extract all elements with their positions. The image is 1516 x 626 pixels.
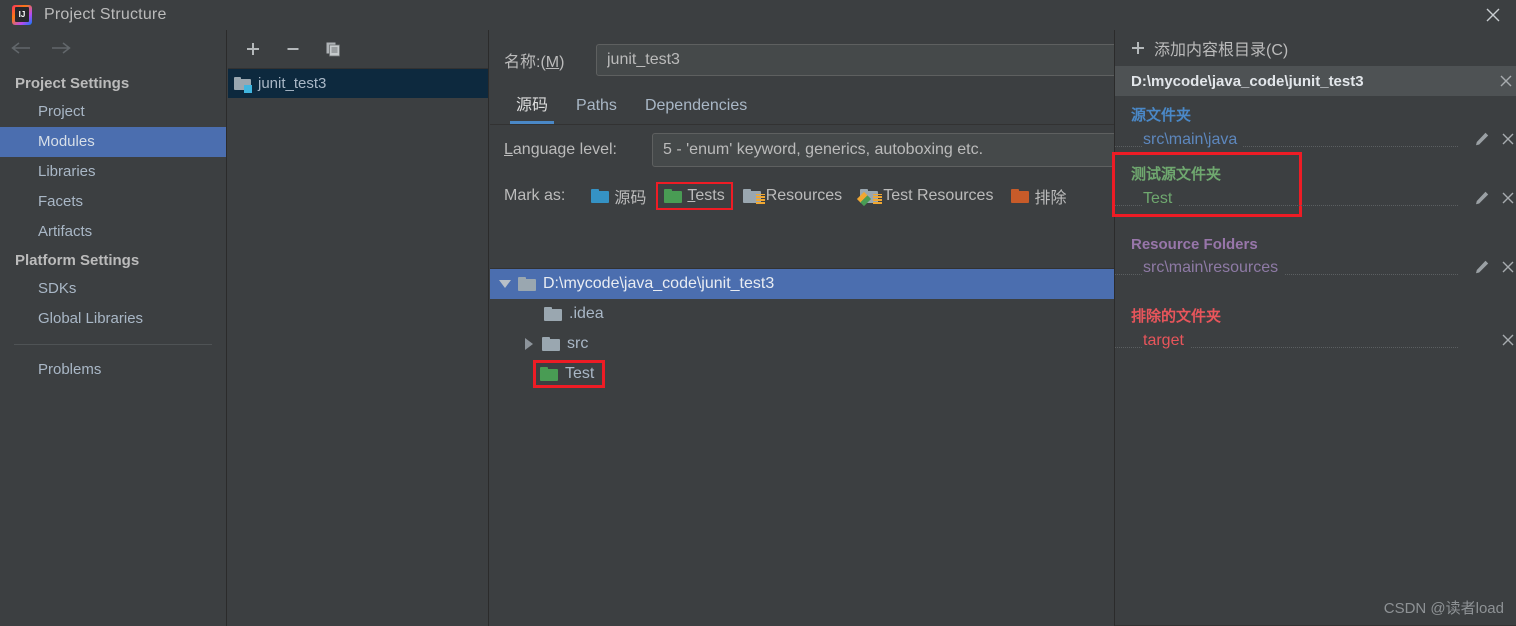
close-icon[interactable] [1500, 259, 1516, 275]
source-folder-entry[interactable]: src\main\java [1115, 125, 1516, 155]
source-folder-actions [1474, 131, 1516, 147]
section-title-resource-folders: Resource Folders [1131, 236, 1258, 253]
plus-icon [1131, 41, 1145, 55]
modules-column: junit_test3 [228, 30, 489, 626]
tree-row-src[interactable]: src [490, 329, 1114, 359]
folder-green-icon [540, 366, 558, 382]
tree-row-content-root-label: D:\mycode\java_code\junit_test3 [543, 275, 775, 292]
content-root-tree: D:\mycode\java_code\junit_test3 .idea sr… [490, 268, 1114, 626]
close-icon[interactable] [1498, 73, 1514, 89]
mark-as-sources-label: 源码 [614, 190, 647, 207]
tree-row-src-label: src [567, 335, 589, 352]
sidebar-item-problems[interactable]: Problems [0, 355, 226, 385]
resource-folder-actions [1474, 259, 1516, 275]
sidebar-item-project[interactable]: Project [0, 97, 226, 127]
mark-as-test-resources-label: Test Resources [883, 187, 994, 204]
title-bar: Project Structure [0, 0, 1516, 30]
language-level-value: 5 - 'enum' keyword, generics, autoboxing… [663, 141, 984, 158]
navigation-arrows [0, 30, 226, 70]
tree-row-idea[interactable]: .idea [490, 299, 1114, 329]
add-content-root-label: 添加内容根目录(C) [1154, 42, 1289, 59]
intellij-idea-logo-icon [12, 5, 32, 25]
excluded-folder-entry[interactable]: target [1115, 326, 1516, 356]
sidebar-item-modules[interactable]: Modules [0, 127, 226, 157]
minus-icon[interactable] [282, 38, 304, 60]
settings-sidebar: Project Settings Project Modules Librari… [0, 30, 227, 626]
pencil-icon[interactable] [1474, 190, 1490, 206]
sidebar-group-platform-settings: Platform Settings [15, 252, 140, 269]
project-structure-dialog: Project Structure Project Settings Proje… [0, 0, 1516, 626]
resource-folder-entry[interactable]: src\main\resources [1115, 253, 1516, 283]
folder-tests-icon [664, 188, 683, 204]
folder-resources-icon [742, 188, 765, 205]
sidebar-group-project-settings: Project Settings [15, 75, 130, 92]
folder-gray-icon [518, 276, 536, 292]
copy-icon[interactable] [322, 38, 344, 60]
module-list-item-junit_test3[interactable]: junit_test3 [228, 69, 488, 98]
arrow-right-icon[interactable] [50, 40, 72, 61]
test-source-folder-path: Test [1143, 190, 1179, 208]
tree-row-test[interactable]: Test [490, 359, 1114, 389]
modules-toolbar [228, 30, 488, 68]
tab-sources[interactable]: 源码 [504, 85, 560, 124]
chevron-right-icon[interactable] [516, 338, 542, 350]
folder-sources-icon [591, 188, 610, 204]
module-folder-icon [234, 76, 252, 93]
chevron-down-icon[interactable] [492, 280, 518, 288]
tab-paths[interactable]: Paths [564, 91, 629, 124]
csdn-watermark: CSDN @读者load [1383, 600, 1504, 617]
sidebar-item-libraries[interactable]: Libraries [0, 157, 226, 187]
content-root-details-panel: 添加内容根目录(C) D:\mycode\java_code\junit_tes… [1112, 30, 1516, 626]
mark-as-resources-button[interactable]: Resources [737, 184, 848, 208]
sidebar-item-facets[interactable]: Facets [0, 187, 226, 217]
folder-gray-icon [544, 306, 562, 322]
pencil-icon[interactable] [1474, 259, 1490, 275]
mark-as-label: Mark as: [504, 187, 566, 204]
sidebar-item-artifacts[interactable]: Artifacts [0, 217, 226, 247]
content-root-path: D:\mycode\java_code\junit_test3 [1131, 72, 1364, 90]
sidebar-item-global-libraries[interactable]: Global Libraries [0, 304, 226, 334]
sidebar-divider [14, 344, 212, 345]
section-title-source-folders: 源文件夹 [1131, 107, 1192, 124]
mark-as-excluded-label: 排除 [1034, 190, 1067, 207]
folder-excluded-icon [1011, 188, 1030, 204]
tree-row-test-highlight: Test [532, 360, 606, 388]
content-root-header: D:\mycode\java_code\junit_test3 [1115, 66, 1516, 96]
excluded-folder-path: target [1143, 332, 1190, 350]
folder-gray-icon [542, 336, 560, 352]
close-icon[interactable] [1500, 190, 1516, 206]
section-title-excluded-folders: 排除的文件夹 [1131, 308, 1222, 325]
sidebar-item-sdks[interactable]: SDKs [0, 274, 226, 304]
mark-as-tests-button[interactable]: Tests [656, 182, 733, 210]
mark-as-tests-label: Tests [687, 187, 725, 204]
excluded-folder-actions [1500, 332, 1516, 348]
language-level-label: Language level: [504, 141, 617, 158]
section-title-test-source-folders: 测试源文件夹 [1131, 166, 1222, 183]
mark-as-resources-label: Resources [765, 187, 843, 204]
arrow-left-icon[interactable] [10, 40, 32, 61]
tree-row-content-root[interactable]: D:\mycode\java_code\junit_test3 [490, 269, 1114, 299]
mark-as-test-resources-button[interactable]: Test Resources [854, 184, 999, 208]
module-name-label: 名称:(M) [504, 54, 565, 71]
window-title: Project Structure [44, 6, 167, 23]
tree-row-test-label: Test [565, 365, 595, 382]
mark-as-sources-button[interactable]: 源码 [585, 181, 652, 211]
mark-as-excluded-button[interactable]: 排除 [1005, 181, 1072, 211]
module-list-item-label: junit_test3 [258, 75, 327, 92]
modules-list: junit_test3 [228, 68, 488, 98]
plus-icon[interactable] [242, 38, 264, 60]
close-icon[interactable] [1500, 131, 1516, 147]
folder-test-resources-icon [857, 188, 883, 206]
resource-folder-path: src\main\resources [1143, 259, 1285, 277]
close-icon[interactable] [1500, 332, 1516, 348]
add-content-root-button[interactable]: 添加内容根目录(C) [1115, 30, 1516, 66]
close-icon[interactable] [1470, 0, 1516, 30]
pencil-icon[interactable] [1474, 131, 1490, 147]
source-folder-path: src\main\java [1143, 131, 1244, 149]
tree-row-idea-label: .idea [569, 305, 604, 322]
test-source-folder-actions [1474, 190, 1516, 206]
tab-dependencies[interactable]: Dependencies [633, 91, 759, 124]
